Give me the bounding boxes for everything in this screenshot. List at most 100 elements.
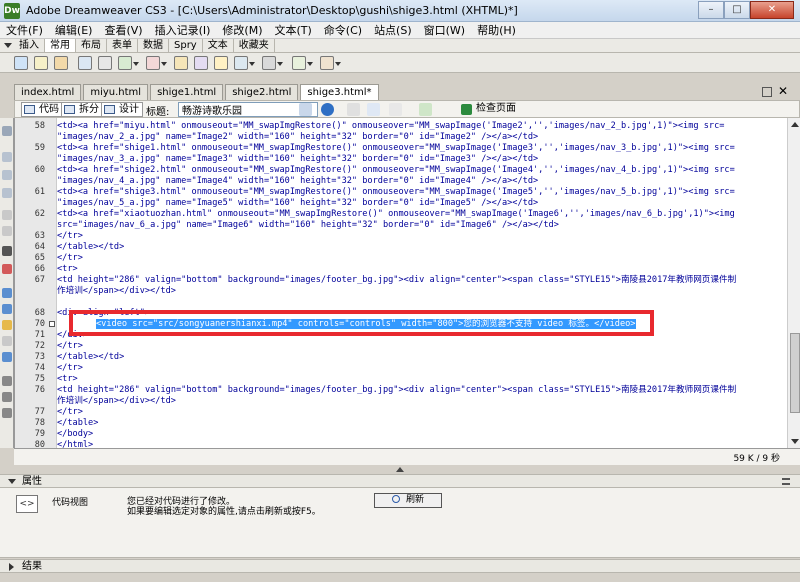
insert-tab-forms[interactable]: 表单 — [107, 39, 138, 52]
line-number: 59 — [34, 143, 45, 153]
panel-splitter[interactable] — [0, 465, 800, 474]
doc-tab-index[interactable]: index.html — [14, 84, 82, 100]
code-text-area[interactable]: <td><a href="miyu.html" onmouseout="MM_s… — [57, 118, 787, 448]
scroll-down-icon[interactable] — [791, 439, 799, 444]
toolbar-gap — [0, 73, 800, 83]
view-options-icon[interactable] — [367, 103, 380, 116]
code-line: </tr> — [57, 231, 83, 241]
collapse-tag-icon[interactable] — [2, 152, 12, 162]
vertical-scrollbar[interactable] — [787, 118, 800, 448]
code-line: <td><a href="shige1.html" onmouseout="MM… — [57, 143, 735, 153]
code-line: </table></td> — [57, 352, 125, 362]
recent-snippets-icon[interactable] — [2, 336, 12, 346]
properties-title: 属性 — [22, 476, 42, 487]
server-side-include-icon[interactable] — [194, 56, 208, 70]
highlight-invalid-code-icon[interactable] — [2, 264, 12, 274]
properties-header[interactable]: 属性 — [0, 474, 800, 488]
code-fold-toggle[interactable] — [49, 321, 55, 327]
menu-help[interactable]: 帮助(H) — [471, 22, 522, 38]
menu-site[interactable]: 站点(S) — [368, 22, 418, 38]
maximize-button[interactable]: □ — [724, 1, 750, 19]
outdent-code-icon[interactable] — [2, 392, 12, 402]
code-view-button[interactable]: 代码 — [21, 102, 63, 117]
restore-document-icon[interactable] — [762, 87, 772, 97]
split-view-button[interactable]: 拆分 — [61, 102, 103, 117]
expand-arrow-icon[interactable] — [396, 467, 404, 472]
format-source-icon[interactable] — [2, 408, 12, 418]
minimize-button[interactable]: – — [698, 1, 724, 19]
insert-tab-data[interactable]: 数据 — [138, 39, 169, 52]
move-css-icon[interactable] — [2, 352, 12, 362]
menu-edit[interactable]: 编辑(E) — [49, 22, 99, 38]
hyperlink-icon[interactable] — [14, 56, 28, 70]
insert-div-icon[interactable] — [98, 56, 112, 70]
head-icon[interactable] — [234, 56, 255, 70]
insert-tab-text[interactable]: 文本 — [203, 39, 234, 52]
menu-file[interactable]: 文件(F) — [0, 22, 49, 38]
check-page-button[interactable]: 检查页面 — [459, 102, 519, 117]
preview-browser-icon[interactable] — [321, 103, 334, 116]
insert-tab-insert[interactable]: 插入 — [14, 39, 45, 52]
doc-tab-miyu[interactable]: miyu.html — [83, 84, 149, 100]
visual-aids-icon[interactable] — [389, 103, 402, 116]
open-documents-icon[interactable] — [2, 126, 12, 136]
insert-tab-common[interactable]: 常用 — [45, 39, 76, 52]
close-document-icon[interactable]: ✕ — [778, 84, 788, 98]
close-button[interactable]: ✕ — [750, 1, 794, 19]
code-line: <td><a href="miyu.html" onmouseout="MM_s… — [57, 121, 725, 131]
design-view-icon — [104, 105, 115, 114]
refresh-design-view-icon[interactable] — [347, 103, 360, 116]
panel-options-icon[interactable] — [782, 478, 790, 485]
insert-tab-layout[interactable]: 布局 — [76, 39, 107, 52]
balance-braces-icon[interactable] — [2, 226, 12, 236]
code-editor[interactable]: 58 59 60 61 62 63 64 65 66 67 68 70 71 7… — [14, 118, 800, 450]
menu-insert[interactable]: 插入记录(I) — [149, 22, 217, 38]
refresh-button[interactable]: 刷新 — [374, 493, 442, 508]
tag-chooser-icon[interactable] — [320, 56, 341, 70]
scroll-thumb[interactable] — [790, 333, 800, 413]
collapse-selection-icon[interactable] — [2, 170, 12, 180]
validate-markup-icon[interactable] — [419, 103, 432, 116]
line-number: 68 — [34, 308, 45, 318]
code-line: 作培训</span></div></td> — [57, 396, 176, 406]
image-icon[interactable] — [118, 56, 139, 70]
menu-modify[interactable]: 修改(M) — [216, 22, 268, 38]
indent-code-icon[interactable] — [2, 376, 12, 386]
wrap-tag-icon[interactable] — [2, 320, 12, 330]
select-parent-tag-icon[interactable] — [2, 210, 12, 220]
line-numbers-icon[interactable] — [2, 246, 12, 256]
doc-tab-shige3[interactable]: shige3.html* — [300, 84, 379, 100]
scroll-up-icon[interactable] — [791, 122, 799, 127]
page-title-input[interactable] — [178, 102, 318, 117]
date-icon[interactable] — [174, 56, 188, 70]
remove-comment-icon[interactable] — [2, 304, 12, 314]
media-icon[interactable] — [146, 56, 167, 70]
table-icon[interactable] — [78, 56, 92, 70]
comment-icon[interactable] — [214, 56, 228, 70]
file-management-icon[interactable] — [299, 103, 312, 116]
line-number: 79 — [34, 429, 45, 439]
doc-tab-shige2[interactable]: shige2.html — [225, 84, 299, 100]
doc-tab-shige1[interactable]: shige1.html — [150, 84, 224, 100]
menu-view[interactable]: 查看(V) — [98, 22, 148, 38]
results-header[interactable]: 结果 — [0, 559, 800, 573]
apply-comment-icon[interactable] — [2, 288, 12, 298]
collapse-triangle-icon[interactable] — [8, 479, 16, 484]
menu-text[interactable]: 文本(T) — [268, 22, 317, 38]
named-anchor-icon[interactable] — [54, 56, 68, 70]
design-view-button[interactable]: 设计 — [101, 102, 143, 117]
expand-triangle-icon[interactable] — [9, 563, 14, 571]
email-link-icon[interactable] — [34, 56, 48, 70]
expand-all-icon[interactable] — [2, 188, 12, 198]
collapse-icon[interactable] — [4, 43, 12, 48]
line-number: 66 — [34, 264, 45, 274]
script-icon[interactable] — [262, 56, 283, 70]
line-number: 77 — [34, 407, 45, 417]
menu-commands[interactable]: 命令(C) — [318, 22, 368, 38]
insert-tab-favorites[interactable]: 收藏夹 — [234, 39, 275, 52]
line-number-gutter: 58 59 60 61 62 63 64 65 66 67 68 70 71 7… — [15, 118, 57, 450]
menu-window[interactable]: 窗口(W) — [418, 22, 471, 38]
code-line: <tr> — [57, 374, 78, 384]
insert-tab-spry[interactable]: Spry — [169, 39, 203, 52]
templates-icon[interactable] — [292, 56, 313, 70]
